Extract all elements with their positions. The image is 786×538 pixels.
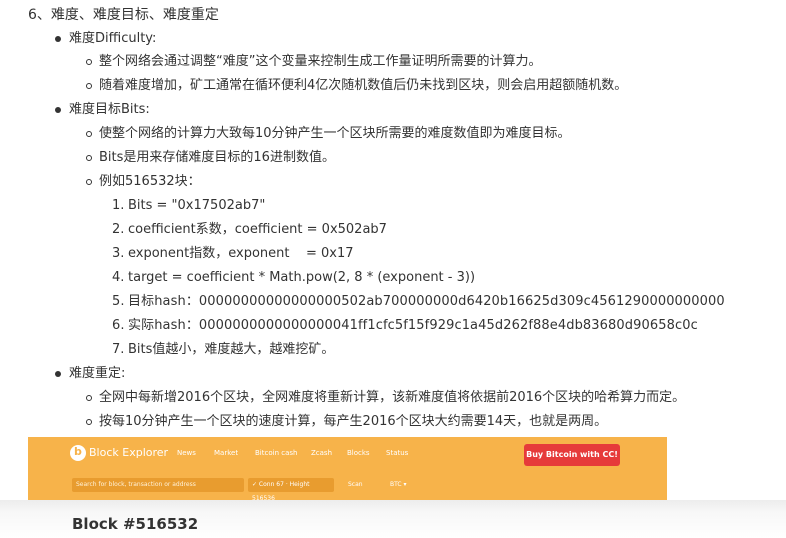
nav-zcash[interactable]: Zcash: [311, 449, 332, 457]
scan-button[interactable]: Scan: [348, 478, 363, 492]
difficulty-item-2: 随着难度增加，矿工通常在循环便利4亿次随机数值后仍未找到区块，则会启用超额随机数…: [85, 78, 628, 93]
difficulty-item-1: 整个网络会通过调整“难度”这个变量来控制生成工作量证明所需要的计算力。: [85, 54, 542, 69]
example-number: 7.: [112, 342, 125, 357]
example-line-5: 5. 目标hash：00000000000000000502ab700000000…: [112, 293, 725, 311]
example-number: 5.: [112, 294, 125, 309]
retarget-label: 难度重定:: [54, 366, 126, 381]
example-text: target = coefficient * Math.pow(2, 8 * (…: [128, 270, 476, 285]
example-text: Bits = "0x17502ab7": [128, 198, 266, 213]
retarget-item-1: 全网中每新增2016个区块，全网难度将重新计算，该新难度值将依据前2016个区块…: [85, 390, 686, 405]
example-line-2: 2. coefficient系数，coefficient = 0x502ab7: [112, 221, 387, 239]
example-text: exponent指数，exponent = 0x17: [128, 246, 354, 261]
bits-item-3: 例如516532块：: [86, 174, 201, 189]
buy-bitcoin-button[interactable]: Buy Bitcoin with CC!: [524, 444, 620, 466]
nav-status[interactable]: Status: [386, 449, 408, 457]
difficulty-label: 难度Difficulty:: [54, 31, 157, 46]
bits-item-2: Bits是用来存储难度目标的16进制数值。: [86, 150, 335, 165]
nav-bitcoin-cash[interactable]: Bitcoin cash: [255, 449, 297, 457]
example-text: 实际hash：0000000000000000041ff1cfc5f15f929…: [128, 318, 698, 333]
block-explorer-header: Block Explorer News Market Bitcoin cash …: [28, 437, 667, 502]
example-number: 3.: [112, 246, 125, 261]
block-explorer-logo-icon: [70, 445, 86, 461]
example-number: 2.: [112, 222, 125, 237]
block-explorer-logo[interactable]: Block Explorer: [89, 446, 168, 459]
block-title: Block #516532: [72, 515, 199, 533]
example-line-6: 6. 实际hash：0000000000000000041ff1cfc5f15f9…: [112, 317, 698, 335]
bits-label: 难度目标Bits:: [55, 102, 150, 117]
nav-market[interactable]: Market: [214, 449, 238, 457]
example-number: 6.: [112, 318, 125, 333]
example-text: 目标hash：00000000000000000502ab700000000d6…: [128, 294, 725, 309]
nav-blocks[interactable]: Blocks: [347, 449, 370, 457]
example-number: 1.: [112, 198, 125, 213]
example-text: coefficient系数，coefficient = 0x502ab7: [128, 222, 387, 237]
nav-news[interactable]: News: [177, 449, 196, 457]
document-page: 6、难度、难度目标、难度重定 难度Difficulty: 整个网络会通过调整“难…: [0, 0, 786, 538]
currency-select[interactable]: BTC ▾: [390, 478, 407, 492]
example-line-1: 1. Bits = "0x17502ab7": [112, 197, 265, 215]
example-line-7: 7. Bits值越小，难度越大，越难挖矿。: [112, 341, 334, 359]
section-heading: 6、难度、难度目标、难度重定: [28, 7, 219, 23]
retarget-item-2: 按每10分钟产生一个区块的速度计算，每产生2016个区块大约需要14天，也就是两…: [85, 414, 608, 429]
example-line-3: 3. exponent指数，exponent = 0x17: [112, 245, 354, 263]
search-input[interactable]: Search for block, transaction or address: [72, 478, 244, 492]
connection-status: ✓ Conn 67 · Height 516536: [248, 478, 334, 502]
example-number: 4.: [112, 270, 125, 285]
bits-item-1: 使整个网络的计算力大致每10分钟产生一个区块所需要的难度数值即为难度目标。: [86, 126, 571, 141]
example-text: Bits值越小，难度越大，越难挖矿。: [128, 342, 335, 357]
example-line-4: 4. target = coefficient * Math.pow(2, 8 *…: [112, 269, 475, 287]
